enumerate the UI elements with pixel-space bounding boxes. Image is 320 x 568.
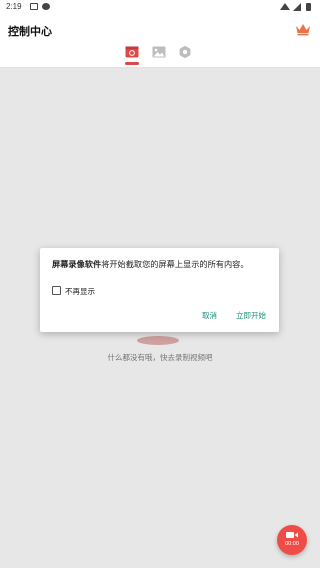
status-icons (280, 2, 314, 12)
wifi-icon (280, 3, 290, 10)
crown-icon[interactable] (295, 22, 311, 36)
tab-images[interactable] (152, 44, 168, 64)
app-bar: 控制中心 (0, 14, 320, 68)
battery-icon (306, 3, 311, 11)
tab-recordings[interactable] (125, 44, 141, 65)
notification-icon-2 (42, 3, 50, 10)
record-timer: 00:00 (285, 541, 299, 547)
video-camera-icon (286, 532, 298, 538)
image-icon (152, 46, 166, 58)
signal-icon (293, 3, 301, 11)
status-time: 2:19 (6, 2, 22, 11)
notification-icon (30, 3, 38, 10)
status-bar: 2:19 (0, 0, 320, 14)
screen-capture-dialog: 屏幕录像软件将开始截取您的屏幕上显示的所有内容。 不再显示 取消 立即开始 (40, 248, 279, 332)
dont-show-again-checkbox[interactable] (52, 286, 61, 295)
start-now-button[interactable]: 立即开始 (236, 310, 266, 321)
tab-settings[interactable] (178, 44, 194, 64)
dialog-message-text: 将开始截取您的屏幕上显示的所有内容。 (101, 259, 249, 269)
gear-icon (179, 45, 191, 59)
record-button[interactable]: 00:00 (277, 525, 307, 555)
video-folder-icon (125, 46, 139, 58)
cancel-button[interactable]: 取消 (202, 310, 217, 321)
dialog-message: 屏幕录像软件将开始截取您的屏幕上显示的所有内容。 (52, 259, 272, 270)
dont-show-again-label[interactable]: 不再显示 (65, 286, 95, 297)
page-title: 控制中心 (8, 25, 52, 38)
tab-active-indicator (125, 62, 139, 65)
dialog-app-name: 屏幕录像软件 (52, 259, 102, 269)
